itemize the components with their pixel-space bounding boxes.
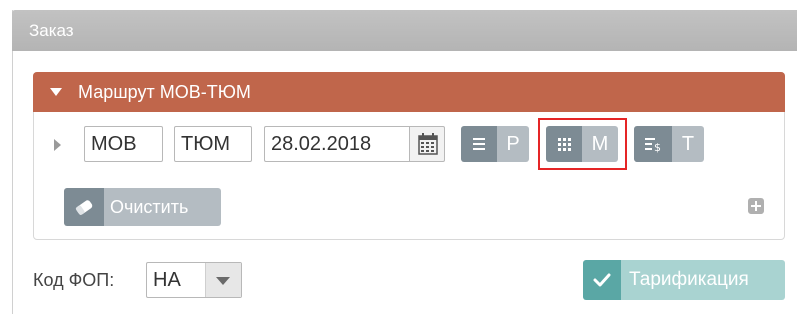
date-input[interactable]: 28.02.2018 — [264, 126, 410, 162]
fop-label: Код ФОП: — [33, 270, 115, 290]
tariff-button-label[interactable]: Тарификация — [621, 260, 785, 300]
price-list-icon: $ — [645, 138, 661, 154]
fop-select-value[interactable]: НА — [153, 262, 181, 298]
mode-m-label[interactable]: М — [582, 126, 618, 162]
mode-r-label[interactable]: Р — [497, 126, 529, 162]
chevron-down-icon — [216, 277, 230, 285]
collapse-triangle-icon[interactable] — [50, 88, 62, 96]
to-input[interactable]: ТЮМ — [174, 126, 252, 162]
panel-title: Заказ — [12, 10, 797, 51]
list-icon — [473, 138, 485, 150]
clear-button-label[interactable]: Очистить — [104, 188, 221, 226]
grid-icon — [558, 138, 571, 151]
mode-t-button[interactable]: $ — [634, 126, 672, 162]
mode-t-label[interactable]: Т — [672, 126, 704, 162]
svg-text:$: $ — [654, 141, 661, 154]
route-title: Маршрут МОВ-ТЮМ — [78, 82, 251, 102]
tariff-button[interactable] — [583, 260, 621, 300]
mode-r-button[interactable] — [461, 126, 497, 162]
calendar-icon — [418, 133, 438, 155]
date-picker-button[interactable] — [409, 126, 445, 162]
expand-triangle-icon[interactable] — [54, 139, 61, 151]
clear-icon-area[interactable] — [64, 188, 104, 226]
mode-m-button[interactable] — [546, 126, 582, 162]
from-input[interactable]: МОВ — [84, 126, 163, 162]
add-route-icon[interactable] — [748, 198, 764, 214]
checkmark-icon — [593, 273, 611, 287]
eraser-icon — [75, 200, 93, 215]
